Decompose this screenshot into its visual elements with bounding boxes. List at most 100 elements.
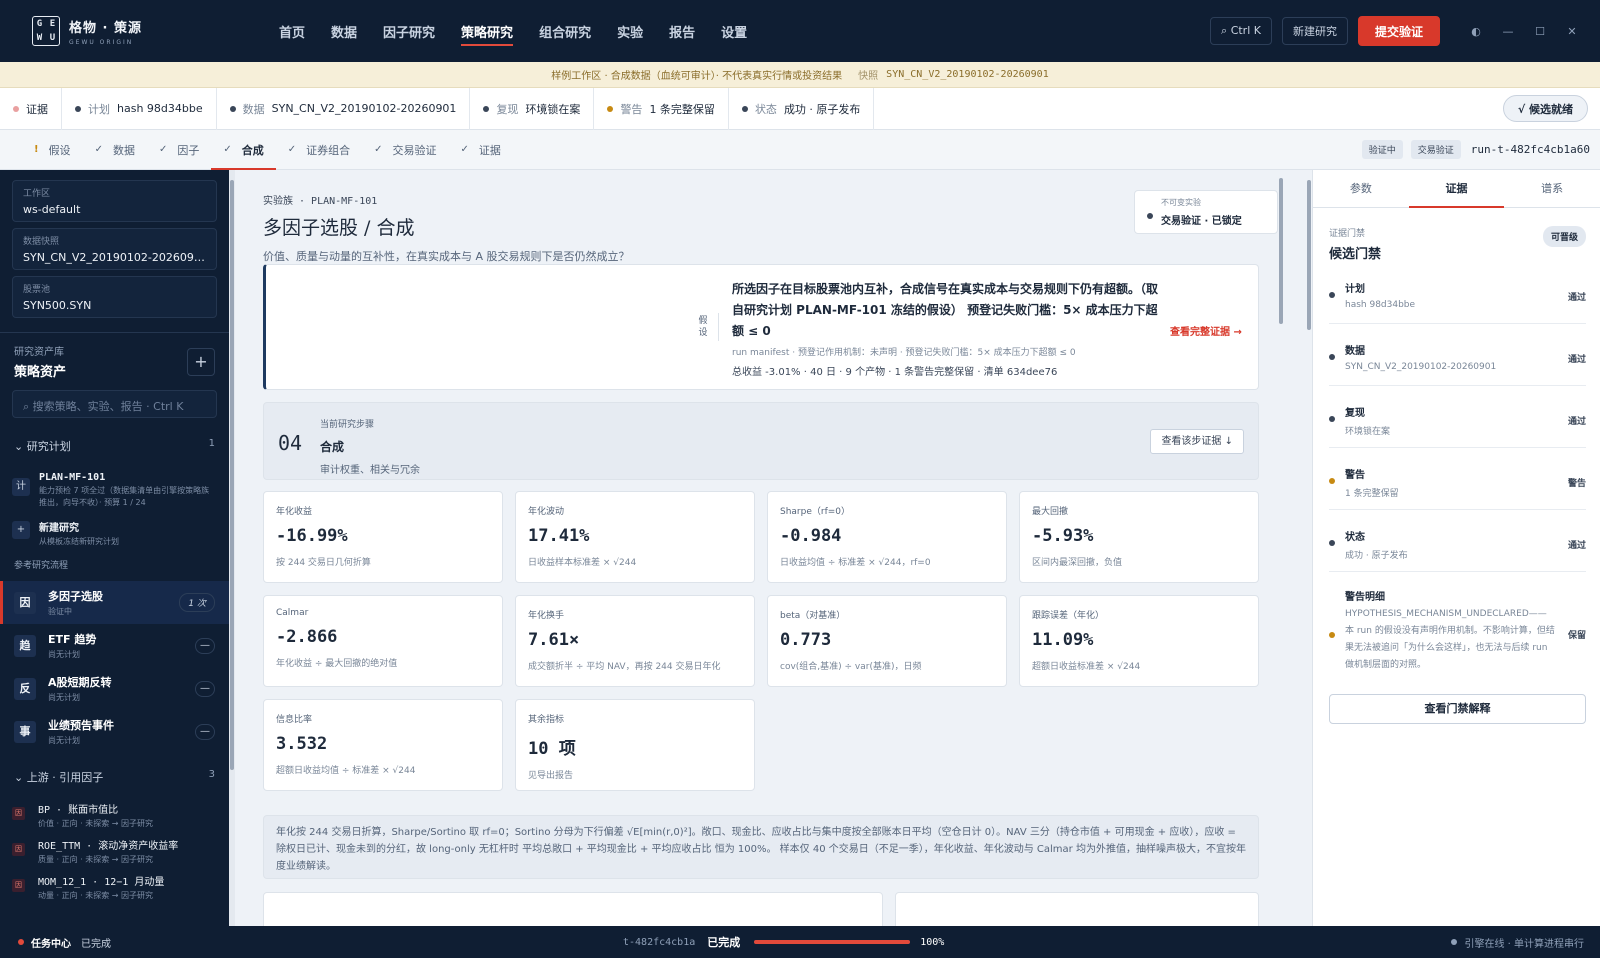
gate-row-warning[interactable]: 警告 1 条完整保留 警告	[1329, 448, 1586, 510]
gate-dot	[1329, 478, 1335, 484]
flow-icon: 事	[14, 720, 36, 743]
factor-item-roe[interactable]: 因 ROE_TTM · 滚动净资产收益率 质量 · 正向 · 未探索 → 因子研究	[12, 837, 215, 865]
immutable-experiment-card: 不可变实验 交易验证 · 已锁定	[1134, 190, 1278, 234]
view-gate-explanation-button[interactable]: 查看门禁解释	[1329, 694, 1586, 724]
new-research-button[interactable]: 新建研究	[1281, 17, 1348, 45]
plan-icon: 计	[12, 478, 30, 496]
status-dot	[229, 105, 236, 112]
factor-item-bp[interactable]: 因 BP · 账面市值比 价值 · 正向 · 未探索 → 因子研究	[12, 801, 215, 829]
status-warning[interactable]: 警告 1 条完整保留	[594, 87, 729, 130]
metric-card: beta（对基准） 0.773 cov(组合,基准) ÷ var(基准)，日频	[767, 595, 1007, 687]
flow-earnings-event[interactable]: 事 业绩预告事件 尚无计划 —	[0, 710, 229, 753]
gate-dot	[1329, 540, 1335, 546]
tab-hypothesis[interactable]: ! 假设	[22, 130, 83, 170]
view-full-evidence-link[interactable]: 查看完整证据 →	[1170, 323, 1242, 338]
metric-card: Calmar -2.866 年化收益 ÷ 最大回撤的绝对值	[263, 595, 503, 687]
gate-row-state[interactable]: 状态 成功 · 原子发布 通过	[1329, 510, 1586, 572]
status-state[interactable]: 状态 成功 · 原子发布	[729, 87, 875, 130]
asset-library-header: 研究资产库 策略资产 +	[14, 343, 215, 380]
stock-pool-field[interactable]: 股票池 SYN500.SYN	[12, 276, 217, 318]
nav-data[interactable]: 数据	[318, 0, 370, 62]
task-center[interactable]: 任务中心 已完成	[18, 935, 111, 950]
gate-row-reproduce[interactable]: 复现 环境锁在案 通过	[1329, 386, 1586, 448]
status-plan[interactable]: 计划 hash 98d34bbe	[62, 87, 217, 130]
nav-strategy-research[interactable]: 策略研究	[448, 0, 526, 62]
empty-badge: —	[195, 680, 215, 697]
status-evidence[interactable]: 证据	[0, 87, 62, 130]
flow-icon: 趋	[14, 634, 36, 657]
tab-trade-validation[interactable]: ✓ 交易验证	[362, 130, 448, 170]
metric-card: 年化收益 -16.99% 按 244 交易日几何折算	[263, 491, 503, 583]
lock-dot	[1147, 213, 1153, 219]
warning-icon: !	[34, 144, 39, 155]
asset-search-input[interactable]: ⌕ 搜索策略、实验、报告 · Ctrl K	[12, 390, 217, 418]
new-research-item[interactable]: + 新建研究 从模板冻结新研究计划	[12, 519, 215, 548]
factor-item-mom[interactable]: 因 MOM_12_1 · 12−1 月动量 动量 · 正向 · 未探索 → 因子研…	[12, 873, 215, 901]
data-snapshot-field[interactable]: 数据快照 SYN_CN_V2_20190102-20260901	[12, 228, 217, 270]
minimize-icon[interactable]: —	[1492, 25, 1524, 38]
nav-reports[interactable]: 报告	[656, 0, 708, 62]
metric-card: 其余指标 10 项见导出报告	[515, 699, 755, 791]
nav-home[interactable]: 首页	[266, 0, 318, 62]
main-scrollbar[interactable]	[1278, 170, 1284, 926]
workspace-field[interactable]: 工作区 ws-default	[12, 180, 217, 222]
nav-portfolio-research[interactable]: 组合研究	[526, 0, 604, 62]
research-plan-section[interactable]: ⌄ 研究计划 1	[14, 438, 215, 454]
tab-params[interactable]: 参数	[1313, 170, 1409, 207]
metric-card: 跟踪误差（年化） 11.09% 超额日收益标准差 × √244	[1019, 595, 1259, 687]
gate-dot	[1329, 416, 1335, 422]
gate-header: 证据门禁 候选门禁 可晋级	[1329, 226, 1586, 262]
trade-validation-pill: 交易验证	[1410, 140, 1461, 159]
metric-card: 信息比率 3.532 超额日收益均值 ÷ 标准差 × √244	[263, 699, 503, 791]
tab-evidence[interactable]: ✓ 证据	[449, 130, 513, 170]
tab-lineage[interactable]: 谱系	[1504, 170, 1600, 207]
status-dot	[75, 105, 81, 112]
theme-toggle-icon[interactable]: ◐	[1460, 25, 1492, 38]
tab-evidence-panel[interactable]: 证据	[1408, 170, 1505, 208]
run-id: run-t-482fc4cb1a60	[1470, 143, 1590, 156]
status-data[interactable]: 数据 SYN_CN_V2_20190102-20260901	[217, 87, 471, 130]
metric-card: 年化换手 7.61× 成交额折半 ÷ 平均 NAV，再按 244 交易日年化	[515, 595, 755, 687]
check-icon: ✓	[158, 144, 168, 155]
nav-experiments[interactable]: 实验	[604, 0, 656, 62]
page-title: 多因子选股 / 合成	[263, 217, 415, 239]
tab-portfolio[interactable]: ✓ 证券组合	[276, 130, 362, 170]
research-step-tabs: ! 假设 ✓ 数据 ✓ 因子 ✓ 合成 ✓ 证券组合 ✓ 交易验证 ✓ 证据 验证中 交易验证…	[0, 130, 1600, 170]
add-asset-button[interactable]: +	[187, 347, 215, 376]
metric-card: 年化波动 17.41% 日收益样本标准差 × √244	[515, 491, 755, 583]
upstream-factors-section[interactable]: ⌄ 上游 · 引用因子 3	[14, 769, 215, 785]
gate-row-plan[interactable]: 计划 hash 98d34bbe 通过	[1329, 262, 1586, 324]
search-shortcut-button[interactable]: ⌕ Ctrl K	[1210, 17, 1272, 45]
status-reproduce[interactable]: 复现 环境锁在案	[470, 87, 595, 130]
nav-factor-research[interactable]: 因子研究	[370, 0, 448, 62]
candidate-ready-button[interactable]: √ 候选就绪	[1502, 95, 1588, 122]
submit-validation-button[interactable]: 提交验证	[1357, 16, 1440, 46]
flow-icon: 反	[14, 677, 36, 700]
progress-fill	[754, 940, 911, 944]
empty-badge: —	[195, 723, 215, 740]
close-icon[interactable]: ✕	[1556, 25, 1588, 38]
gate-dot	[1329, 354, 1335, 360]
flow-short-reversal[interactable]: 反 A股短期反转 尚无计划 —	[0, 667, 229, 710]
plus-icon: +	[12, 521, 30, 539]
maximize-icon[interactable]: ☐	[1524, 25, 1556, 38]
hypothesis-label: 假设	[698, 316, 708, 338]
tab-factor[interactable]: ✓ 因子	[147, 130, 211, 170]
flow-multi-factor[interactable]: 因 多因子选股 验证中 1 次	[0, 581, 229, 624]
step-number: 04	[278, 431, 303, 455]
banner-text: 样例工作区 · 合成数据（血统可审计）· 不代表真实行情或投资结果	[551, 71, 843, 82]
hypothesis-text: 所选因子在目标股票池内互补，合成信号在真实成本与交易规则下仍有超额。（取自研究计…	[732, 282, 1159, 338]
gate-row-data[interactable]: 数据 SYN_CN_V2_20190102-20260901 通过	[1329, 324, 1586, 386]
run-manifest-meta: run manifest · 预登记作用机制：未声明 · 预登记失败门槛：5× …	[732, 348, 1076, 358]
plan-item[interactable]: 计 PLAN-MF-101 能力预检 7 项全过（数据集清单由引擎按策略族推出，向…	[12, 472, 215, 509]
evidence-panel: 参数 证据 谱系 证据门禁 候选门禁 可晋级 计划 hash 98d34bbe 通过…	[1312, 170, 1600, 926]
view-step-evidence-button[interactable]: 查看该步证据 ↓	[1150, 429, 1244, 454]
factor-icon: 因	[12, 879, 25, 892]
warning-dot	[1329, 632, 1335, 638]
tab-data[interactable]: ✓ 数据	[83, 130, 147, 170]
status-dot	[741, 105, 748, 112]
flow-etf-trend[interactable]: 趋 ETF 趋势 尚无计划 —	[0, 624, 229, 667]
run-count-badge: 1 次	[179, 593, 215, 612]
tab-synthesis[interactable]: ✓ 合成	[211, 130, 277, 170]
nav-settings[interactable]: 设置	[708, 0, 760, 62]
